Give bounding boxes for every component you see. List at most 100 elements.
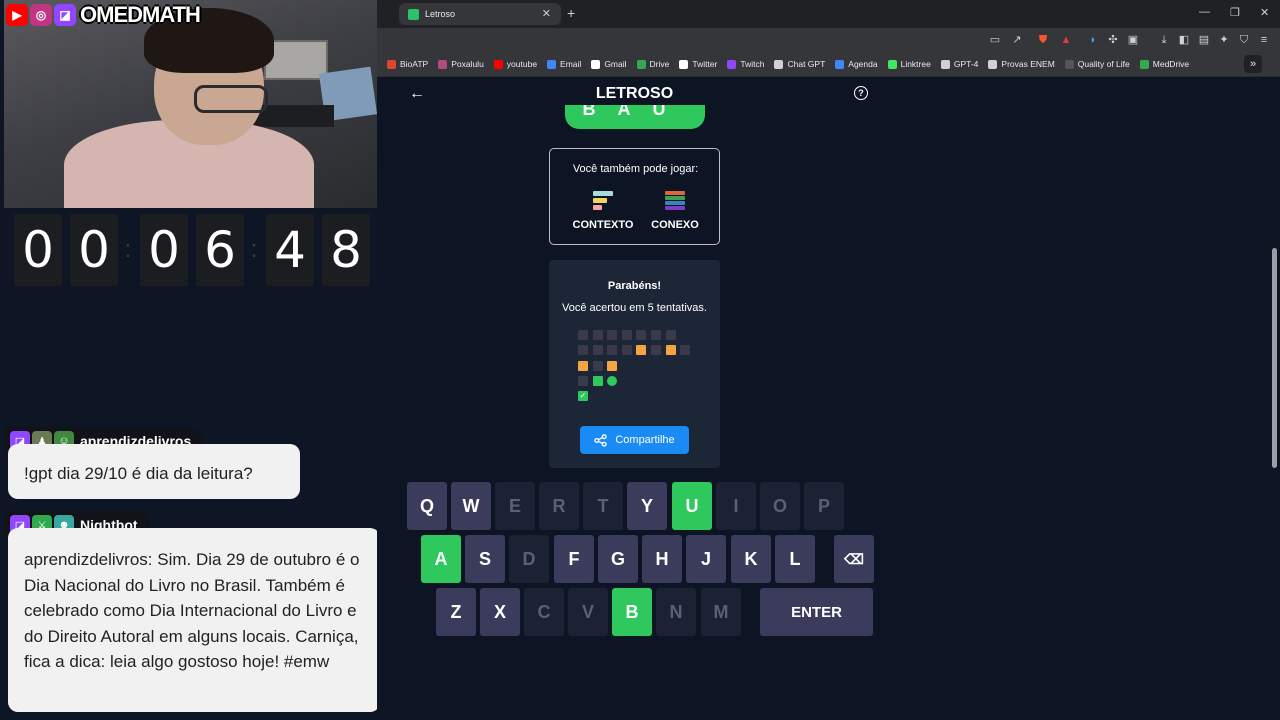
key-i[interactable]: I [716,482,756,530]
wallet-panel-icon[interactable]: ▤ [1198,34,1210,46]
key-q[interactable]: Q [407,482,447,530]
bookmark-drive[interactable]: Drive [636,59,669,69]
wallet-icon[interactable]: ◗ [1087,34,1099,46]
key-p[interactable]: P [804,482,844,530]
vpn-icon[interactable]: ⛉ [1238,34,1250,46]
browser-toolbar: ▭ ↗ ⛊ ▲ ◗ ✣ ▣ ⤓ ◧ ▤ ✦ ⛉ ≡ [377,28,1280,52]
key-h[interactable]: H [642,535,682,583]
bookmark-twitch[interactable]: Twitch [727,59,764,69]
key-y[interactable]: Y [627,482,667,530]
bookmark-youtube[interactable]: youtube [493,59,537,69]
bookmark-twitter[interactable]: Twitter [679,59,717,69]
key-l[interactable]: L [775,535,815,583]
bookmark-favicon-icon [727,59,737,69]
key-a[interactable]: A [421,535,461,583]
result-square [621,345,632,356]
bookmark-favicon-icon [887,59,897,69]
key-x[interactable]: X [480,588,520,636]
tab-letroso[interactable]: Letroso ✕ [399,3,561,25]
result-square [607,375,618,386]
rewards-icon[interactable]: ▲ [1060,34,1072,46]
cast-icon[interactable]: ▭ [989,34,1001,46]
key-j[interactable]: J [686,535,726,583]
bookmark-label: Quality of Life [1077,59,1130,69]
screenshot-icon[interactable]: ▣ [1127,34,1139,46]
bookmark-favicon-icon [438,59,448,69]
extensions-icon[interactable]: ✣ [1107,34,1119,46]
timer-separator: : [250,236,258,263]
result-square [680,345,691,356]
result-square [578,375,588,386]
bookmark-favicon-icon [387,59,396,69]
result-square [621,330,632,340]
key-b[interactable]: B [612,588,652,636]
key-k[interactable]: K [731,535,771,583]
bookmarks-bar: BioATP Poxalulu youtube Email Gmail Drive Twit… [377,52,1280,77]
minimize-button[interactable]: — [1199,6,1210,18]
result-square [578,345,588,356]
bookmark-favicon-icon [774,59,784,69]
key-v[interactable]: V [568,588,608,636]
bookmark-gmail[interactable]: Gmail [591,59,627,69]
bookmark-gpt-4[interactable]: GPT-4 [940,59,978,69]
share-button[interactable]: Compartilhe [580,426,689,454]
key-w[interactable]: W [451,482,491,530]
close-window-button[interactable]: ✕ [1260,6,1269,19]
key-z[interactable]: Z [436,588,476,636]
key-g[interactable]: G [598,535,638,583]
menu-icon[interactable]: ≡ [1258,34,1270,46]
result-square [665,345,676,356]
streamer-name: OMEDMATH [80,2,201,27]
contexto-icon [593,191,613,210]
social-bar: ▶ ◎ ◪ OMEDMATH [6,2,201,27]
bookmark-provas-enem[interactable]: Provas ENEM [988,59,1055,69]
bookmark-bioatp[interactable]: BioATP [387,59,428,69]
result-square [651,345,661,356]
key-d[interactable]: D [509,535,549,583]
countdown-timer: 0 0 : 0 6 : 4 8 [14,214,378,286]
key-o[interactable]: O [760,482,800,530]
result-square [578,360,588,371]
bookmark-poxalulu[interactable]: Poxalulu [438,59,484,69]
bookmark-favicon-icon [988,59,998,69]
result-square [592,330,603,340]
key-s[interactable]: S [465,535,505,583]
bookmark-chat-gpt[interactable]: Chat GPT [774,59,825,69]
scrollbar-thumb[interactable] [1272,248,1277,468]
key-f[interactable]: F [554,535,594,583]
key-t[interactable]: T [583,482,623,530]
more-bookmarks-icon[interactable]: » [1244,55,1262,73]
backspace-key[interactable]: ⌫ [834,535,874,583]
close-tab-icon[interactable]: ✕ [542,7,551,20]
browser-window: Letroso ✕ + — ❐ ✕ ▭ ↗ ⛊ ▲ ◗ ✣ ▣ ⤓ ◧ ▤ ✦ … [377,0,1280,720]
key-r[interactable]: R [539,482,579,530]
bookmark-agenda[interactable]: Agenda [835,59,878,69]
brave-shield-icon[interactable]: ⛊ [1037,34,1049,46]
contexto-link[interactable]: CONTEXTO [568,190,638,231]
contexto-label: CONTEXTO [572,219,634,231]
back-arrow-icon[interactable]: ← [409,85,425,103]
bookmark-quality-of-life[interactable]: Quality of Life [1064,59,1130,69]
timer-digit: 0 [14,214,62,286]
key-e[interactable]: E [495,482,535,530]
bookmark-label: Agenda [848,59,878,69]
share-page-icon[interactable]: ↗ [1011,34,1023,46]
game-title: LETROSO [595,85,674,102]
key-c[interactable]: C [524,588,564,636]
timer-digit: 0 [70,214,118,286]
bookmark-email[interactable]: Email [547,59,581,69]
key-u[interactable]: U [672,482,712,530]
restore-button[interactable]: ❐ [1230,6,1240,19]
bookmark-linktree[interactable]: Linktree [887,59,931,69]
enter-key[interactable]: ENTER [760,588,873,636]
key-n[interactable]: N [656,588,696,636]
sidebar-icon[interactable]: ◧ [1178,34,1190,46]
conexo-link[interactable]: CONEXO [640,190,710,231]
key-m[interactable]: M [701,588,741,636]
bookmark-meddrive[interactable]: MedDrive [1139,59,1189,69]
download-icon[interactable]: ⤓ [1158,34,1170,46]
help-icon[interactable]: ? [854,86,868,100]
ai-icon[interactable]: ✦ [1218,34,1230,46]
bookmark-favicon-icon [1139,59,1149,69]
new-tab-button[interactable]: + [567,5,575,21]
